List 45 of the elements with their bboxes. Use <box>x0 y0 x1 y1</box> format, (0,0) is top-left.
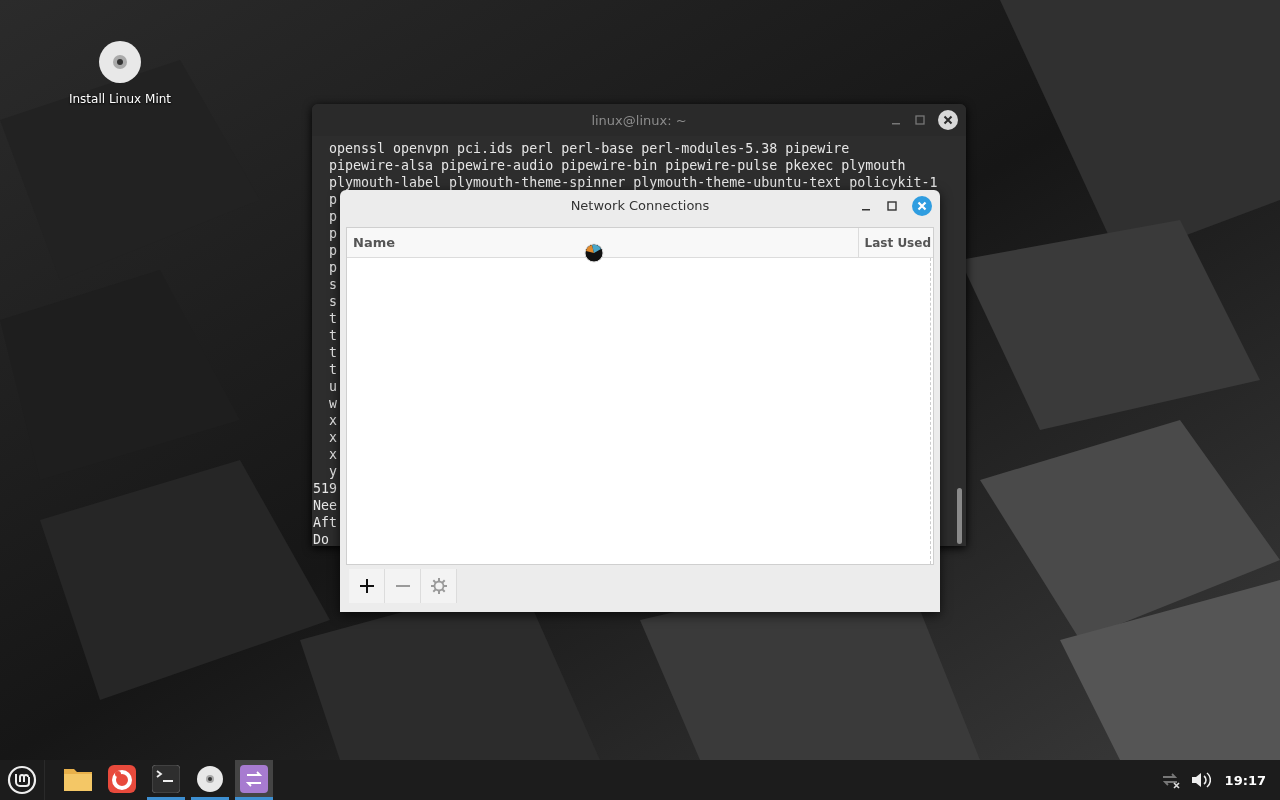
disc-icon[interactable] <box>98 40 142 84</box>
terminal-line: x <box>329 446 337 463</box>
add-button[interactable] <box>349 569 385 603</box>
taskbar-button[interactable] <box>235 760 273 800</box>
desktop-icon-label[interactable]: Install Linux Mint <box>68 92 172 106</box>
terminal-line: x <box>329 429 337 446</box>
column-header[interactable]: Last Used <box>858 228 933 257</box>
terminal-line: pipewire-alsa pipewire-audio pipewire-bin pipewire-pulse pkexec plymouth <box>329 157 906 174</box>
terminal-line: Nee <box>313 497 338 514</box>
network-disconnected-icon[interactable] <box>1160 771 1181 789</box>
terminal-line: p <box>329 191 337 208</box>
terminal-line: s <box>329 276 337 293</box>
terminal-line: s <box>329 293 337 310</box>
terminal-line: Aft <box>313 514 338 531</box>
disc-icon <box>196 764 224 793</box>
arrows-icon <box>240 764 268 793</box>
scrollbar-thumb[interactable] <box>957 488 962 544</box>
terminal-line: p <box>329 225 337 242</box>
terminal-line: y <box>329 463 337 480</box>
terminal-line: x <box>329 412 337 429</box>
plus-icon <box>358 578 375 594</box>
terminal-line: p <box>329 242 337 259</box>
browser-icon <box>108 764 136 793</box>
terminal-line: t <box>329 310 337 327</box>
terminal-icon <box>152 764 180 793</box>
terminal-line: p <box>329 208 337 225</box>
clock[interactable]: 19:17 <box>1224 772 1266 788</box>
volume-icon[interactable] <box>1190 771 1211 789</box>
terminal-line: Do <box>313 531 329 546</box>
terminal-line: 519 <box>313 480 338 497</box>
menu-icon[interactable] <box>7 765 37 795</box>
terminal-line: t <box>329 344 337 361</box>
terminal-line: openssl openvpn pci.ids perl perl-base perl-modules-5.38 pipewire <box>329 140 850 157</box>
dialog-title: Network Connections <box>570 198 710 213</box>
maximize-icon[interactable] <box>886 200 898 212</box>
terminal-line: p <box>329 259 337 276</box>
terminal-line: u <box>329 378 337 395</box>
terminal-line: plymouth-label plymouth-theme-spinner plymouth-theme-ubuntu-text policykit-1 <box>329 174 938 191</box>
window-title: linux@linux: ~ <box>591 112 687 128</box>
close-icon[interactable] <box>938 110 958 130</box>
minus-icon <box>394 585 411 587</box>
settings-icon <box>429 577 448 595</box>
terminal-line: t <box>329 361 337 378</box>
terminal-line: t <box>329 327 337 344</box>
terminal-line: w <box>329 395 337 412</box>
